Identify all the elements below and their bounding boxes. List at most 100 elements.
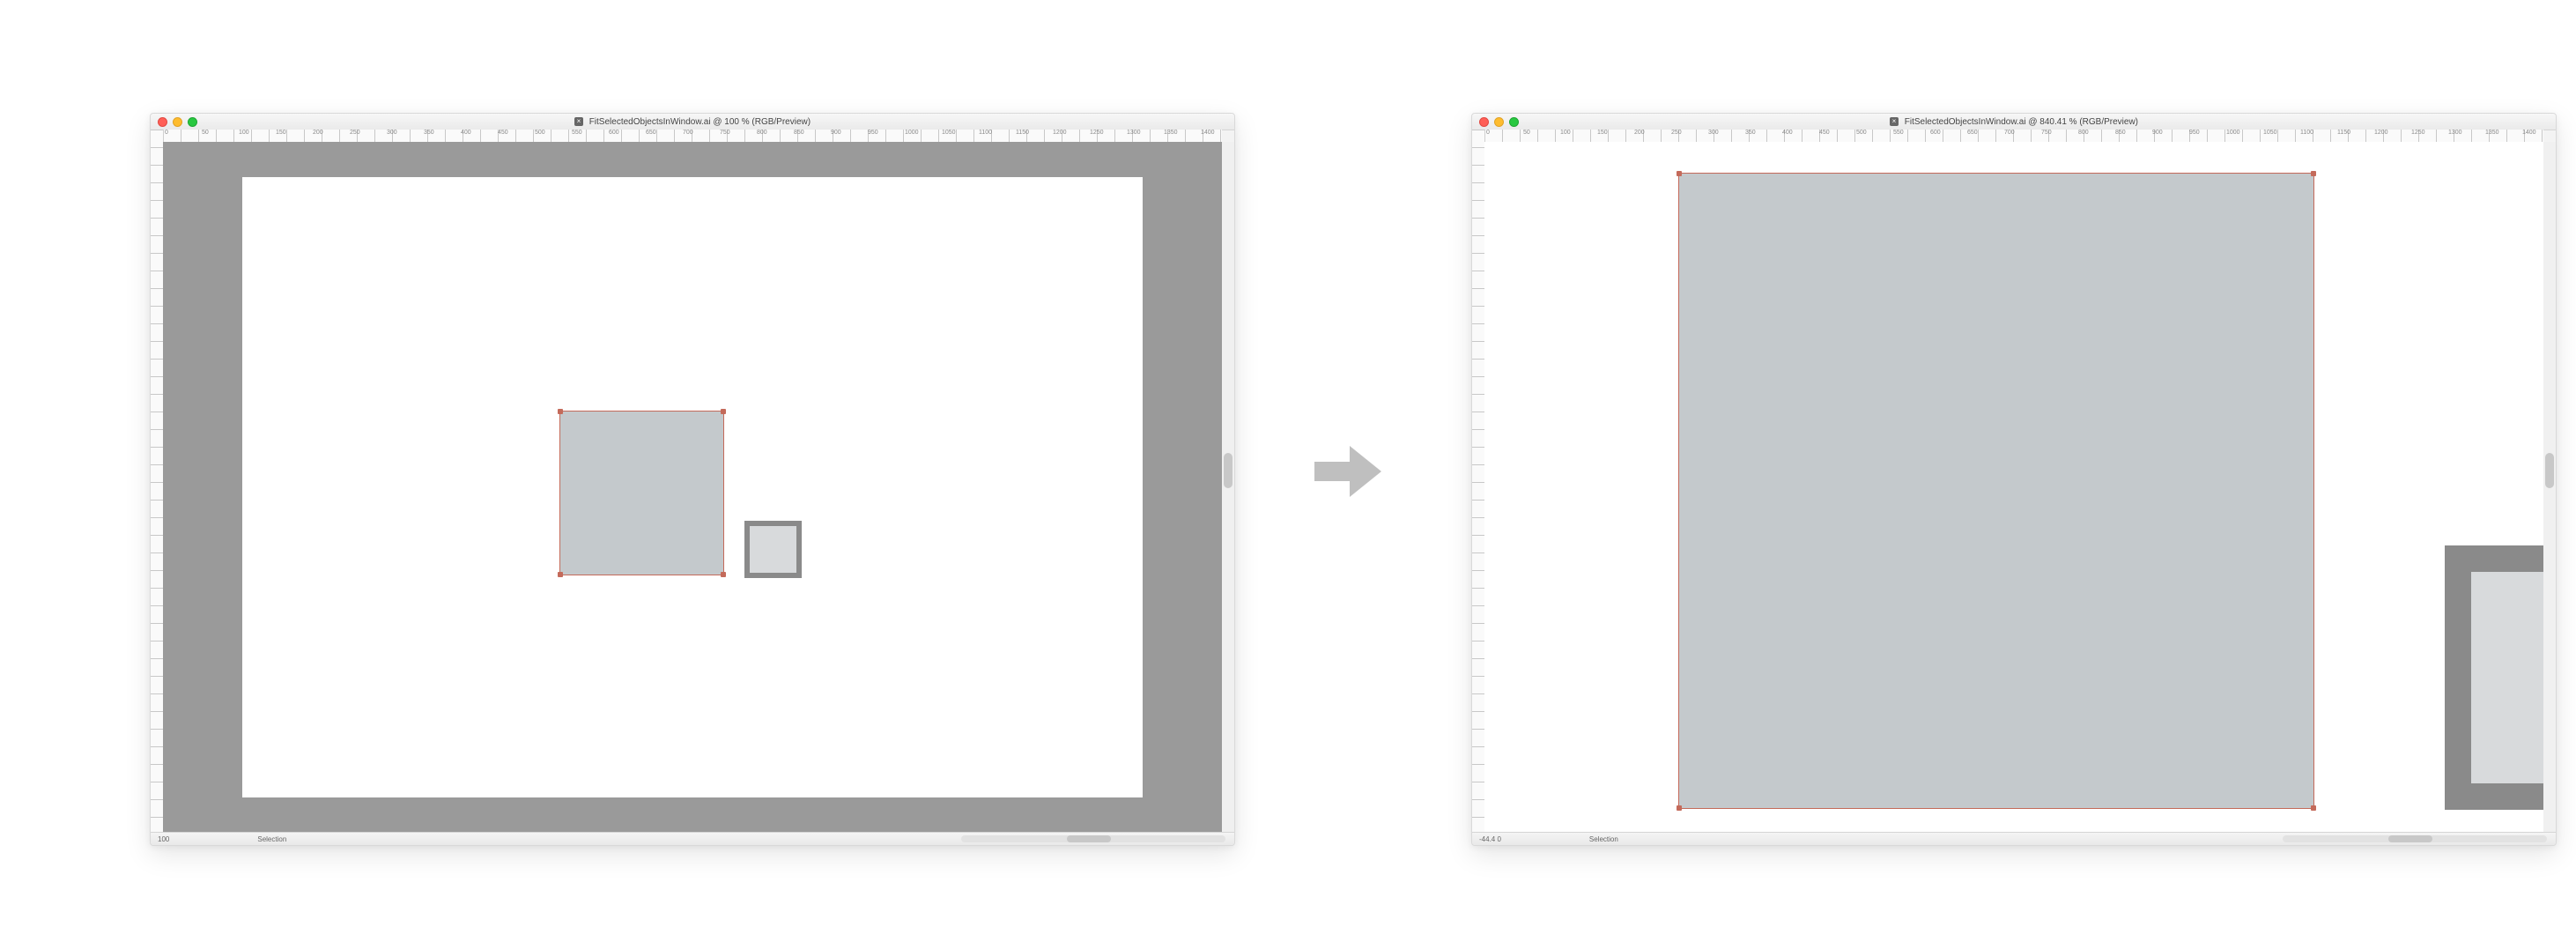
ruler-tick-label: 700 bbox=[681, 130, 718, 142]
ruler-tick-label: 50 bbox=[200, 130, 237, 142]
horizontal-ruler[interactable]: 0501001502002503003504004505005506006507… bbox=[1484, 130, 2543, 143]
ruler-tick-label: 150 bbox=[1595, 130, 1632, 142]
scrollbar-thumb[interactable] bbox=[1067, 835, 1111, 842]
document-close-icon[interactable]: × bbox=[1890, 117, 1899, 126]
zoom-level[interactable]: 100 bbox=[158, 835, 169, 843]
window-title: × FitSelectedObjectsInWindow.ai @ 100 % … bbox=[151, 117, 1234, 127]
ruler-tick-label: 750 bbox=[2039, 130, 2076, 142]
ruler-tick-label: 400 bbox=[459, 130, 496, 142]
ruler-tick-label: 1150 bbox=[1014, 130, 1051, 142]
selected-rectangle[interactable] bbox=[559, 411, 724, 575]
ruler-tick-label: 1400 bbox=[2520, 130, 2557, 142]
ruler-tick-label: 200 bbox=[1632, 130, 1669, 142]
selected-rectangle[interactable] bbox=[1678, 173, 2314, 809]
vertical-ruler[interactable] bbox=[1472, 130, 1485, 833]
ruler-tick-label: 1300 bbox=[1125, 130, 1162, 142]
selection-info: Selection bbox=[1589, 835, 1618, 843]
horizontal-ruler[interactable]: 0501001502002503003504004505005506006507… bbox=[163, 130, 1222, 143]
vertical-scrollbar[interactable] bbox=[2543, 142, 2556, 833]
ruler-tick-label: 1200 bbox=[1051, 130, 1088, 142]
ruler-tick-label: 650 bbox=[1965, 130, 2002, 142]
ruler-tick-label: 1350 bbox=[1162, 130, 1199, 142]
window-controls bbox=[151, 117, 197, 127]
ruler-tick-label: 500 bbox=[1854, 130, 1891, 142]
scrollbar-thumb[interactable] bbox=[1224, 453, 1232, 488]
ruler-tick-label: 950 bbox=[2187, 130, 2224, 142]
ruler-tick-label: 350 bbox=[1743, 130, 1780, 142]
unselected-rectangle[interactable] bbox=[2445, 545, 2543, 810]
ruler-tick-label: 600 bbox=[607, 130, 644, 142]
ruler-tick-label: 850 bbox=[792, 130, 829, 142]
minimize-icon[interactable] bbox=[173, 117, 182, 127]
ruler-tick-label: 1250 bbox=[2409, 130, 2446, 142]
illustrator-window-before: × FitSelectedObjectsInWindow.ai @ 100 % … bbox=[150, 113, 1235, 846]
ruler-tick-label: 1000 bbox=[2224, 130, 2261, 142]
vertical-scrollbar[interactable] bbox=[1221, 142, 1234, 833]
ruler-tick-label: 50 bbox=[1521, 130, 1558, 142]
ruler-tick-label: 850 bbox=[2113, 130, 2150, 142]
ruler-tick-label: 750 bbox=[718, 130, 755, 142]
selection-info: Selection bbox=[257, 835, 286, 843]
zoom-icon[interactable] bbox=[188, 117, 197, 127]
ruler-tick-label: 550 bbox=[1891, 130, 1928, 142]
ruler-tick-label: 1050 bbox=[940, 130, 977, 142]
ruler-tick-label: 800 bbox=[755, 130, 792, 142]
comparison-stage: × FitSelectedObjectsInWindow.ai @ 100 % … bbox=[0, 0, 2576, 927]
ruler-tick-label: 250 bbox=[1669, 130, 1706, 142]
ruler-tick-label: 100 bbox=[237, 130, 274, 142]
document-title-text: FitSelectedObjectsInWindow.ai @ 840.41 %… bbox=[1905, 117, 2138, 127]
vertical-ruler[interactable] bbox=[151, 130, 164, 833]
ruler-tick-label: 600 bbox=[1928, 130, 1965, 142]
ruler-tick-label: 250 bbox=[348, 130, 385, 142]
canvas-viewport[interactable] bbox=[163, 142, 1222, 833]
selection-handle-nw[interactable] bbox=[1677, 171, 1682, 176]
ruler-tick-label: 300 bbox=[1706, 130, 1743, 142]
illustrator-window-after: × FitSelectedObjectsInWindow.ai @ 840.41… bbox=[1471, 113, 2557, 846]
horizontal-scrollbar[interactable] bbox=[2283, 835, 2547, 842]
ruler-labels: 0501001502002503003504004505005506006507… bbox=[1484, 130, 2543, 142]
ruler-tick-label: 1150 bbox=[2335, 130, 2372, 142]
ruler-tick-label: 700 bbox=[2002, 130, 2039, 142]
close-icon[interactable] bbox=[1479, 117, 1489, 127]
document-title-text: FitSelectedObjectsInWindow.ai @ 100 % (R… bbox=[589, 117, 811, 127]
window-controls bbox=[1472, 117, 1519, 127]
close-icon[interactable] bbox=[158, 117, 167, 127]
ruler-tick-label: 1000 bbox=[903, 130, 940, 142]
titlebar: × FitSelectedObjectsInWindow.ai @ 840.41… bbox=[1472, 114, 2556, 130]
ruler-tick-label: 900 bbox=[829, 130, 866, 142]
ruler-tick-label: 950 bbox=[866, 130, 903, 142]
zoom-icon[interactable] bbox=[1509, 117, 1519, 127]
ruler-tick-label: 650 bbox=[644, 130, 681, 142]
ruler-tick-label: 1100 bbox=[2298, 130, 2335, 142]
status-bar: 100 Selection bbox=[151, 832, 1234, 845]
ruler-tick-label: 1050 bbox=[2261, 130, 2298, 142]
ruler-tick-label: 350 bbox=[422, 130, 459, 142]
ruler-tick-label: 1200 bbox=[2372, 130, 2409, 142]
selection-handle-se[interactable] bbox=[2311, 805, 2316, 811]
arrow-right-icon bbox=[1313, 441, 1383, 504]
titlebar: × FitSelectedObjectsInWindow.ai @ 100 % … bbox=[151, 114, 1234, 130]
selection-handle-sw[interactable] bbox=[558, 572, 563, 577]
selection-handle-sw[interactable] bbox=[1677, 805, 1682, 811]
scrollbar-thumb[interactable] bbox=[2388, 835, 2432, 842]
ruler-tick-label: 900 bbox=[2150, 130, 2187, 142]
ruler-tick-label: 200 bbox=[311, 130, 348, 142]
ruler-tick-label: 1100 bbox=[977, 130, 1014, 142]
ruler-tick-label: 1250 bbox=[1088, 130, 1125, 142]
ruler-tick-label: 550 bbox=[570, 130, 607, 142]
ruler-tick-label: 1300 bbox=[2446, 130, 2483, 142]
canvas-viewport[interactable] bbox=[1484, 142, 2543, 833]
minimize-icon[interactable] bbox=[1494, 117, 1504, 127]
scrollbar-thumb[interactable] bbox=[2545, 453, 2554, 488]
selection-handle-se[interactable] bbox=[721, 572, 726, 577]
ruler-tick-label: 100 bbox=[1558, 130, 1595, 142]
ruler-tick-label: 1350 bbox=[2483, 130, 2520, 142]
ruler-labels: 0501001502002503003504004505005506006507… bbox=[163, 130, 1222, 142]
selection-handle-ne[interactable] bbox=[721, 409, 726, 414]
selection-handle-nw[interactable] bbox=[558, 409, 563, 414]
unselected-rectangle[interactable] bbox=[744, 521, 802, 578]
ruler-tick-label: 0 bbox=[1484, 130, 1521, 142]
document-close-icon[interactable]: × bbox=[574, 117, 583, 126]
horizontal-scrollbar[interactable] bbox=[961, 835, 1225, 842]
selection-handle-ne[interactable] bbox=[2311, 171, 2316, 176]
